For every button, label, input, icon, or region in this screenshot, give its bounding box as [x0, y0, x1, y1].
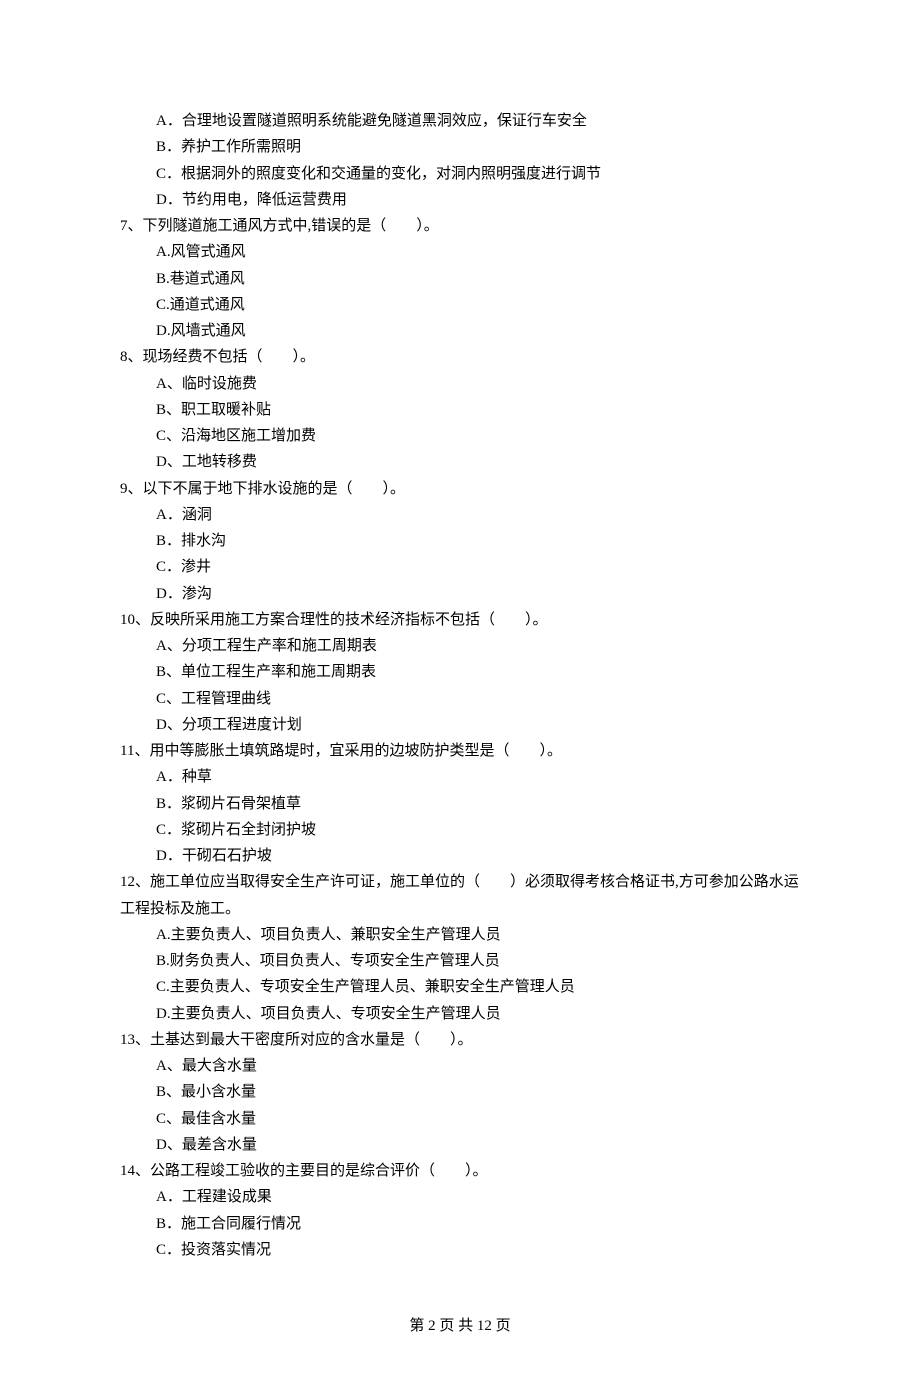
question-block: 10、反映所采用施工方案合理性的技术经济指标不包括（ ）。 A、分项工程生产率和… — [120, 607, 800, 738]
option-item: B、职工取暖补贴 — [156, 397, 800, 423]
option-item: D．节约用电，降低运营费用 — [156, 187, 800, 213]
option-item: D．渗沟 — [156, 581, 800, 607]
page-footer: 第 2 页 共 12 页 — [120, 1313, 800, 1339]
option-item: B、最小含水量 — [156, 1079, 800, 1105]
option-item: C.通道式通风 — [156, 292, 800, 318]
option-item: B．排水沟 — [156, 528, 800, 554]
question-stem: 10、反映所采用施工方案合理性的技术经济指标不包括（ ）。 — [120, 607, 800, 633]
document-page: A．合理地设置隧道照明系统能避免隧道黑洞效应，保证行车安全 B．养护工作所需照明… — [0, 0, 920, 1399]
question-options: A、临时设施费 B、职工取暖补贴 C、沿海地区施工增加费 D、工地转移费 — [120, 371, 800, 476]
option-item: D、工地转移费 — [156, 449, 800, 475]
question-block: 11、用中等膨胀土填筑路堤时，宜采用的边坡防护类型是（ ）。 A．种草 B．浆砌… — [120, 738, 800, 869]
option-item: A．涵洞 — [156, 502, 800, 528]
option-item: B．浆砌片石骨架植草 — [156, 791, 800, 817]
option-item: A.主要负责人、项目负责人、兼职安全生产管理人员 — [156, 922, 800, 948]
option-item: A、临时设施费 — [156, 371, 800, 397]
option-item: C.主要负责人、专项安全生产管理人员、兼职安全生产管理人员 — [156, 974, 800, 1000]
question-options: A．合理地设置隧道照明系统能避免隧道黑洞效应，保证行车安全 B．养护工作所需照明… — [120, 108, 800, 213]
option-item: B．养护工作所需照明 — [156, 134, 800, 160]
option-item: D．干砌石石护坡 — [156, 843, 800, 869]
option-item: C．根据洞外的照度变化和交通量的变化，对洞内照明强度进行调节 — [156, 161, 800, 187]
option-item: D.主要负责人、项目负责人、专项安全生产管理人员 — [156, 1001, 800, 1027]
question-options: A、最大含水量 B、最小含水量 C、最佳含水量 D、最差含水量 — [120, 1053, 800, 1158]
question-options: A．涵洞 B．排水沟 C．渗井 D．渗沟 — [120, 502, 800, 607]
question-stem: 7、下列隧道施工通风方式中,错误的是（ ）。 — [120, 213, 800, 239]
option-item: A.风管式通风 — [156, 239, 800, 265]
question-stem: 9、以下不属于地下排水设施的是（ ）。 — [120, 476, 800, 502]
question-block: 7、下列隧道施工通风方式中,错误的是（ ）。 A.风管式通风 B.巷道式通风 C… — [120, 213, 800, 344]
question-options: A．工程建设成果 B．施工合同履行情况 C．投资落实情况 — [120, 1184, 800, 1263]
option-item: A、分项工程生产率和施工周期表 — [156, 633, 800, 659]
option-item: B.巷道式通风 — [156, 266, 800, 292]
option-item: A．工程建设成果 — [156, 1184, 800, 1210]
question-block: 8、现场经费不包括（ ）。 A、临时设施费 B、职工取暖补贴 C、沿海地区施工增… — [120, 344, 800, 475]
question-options: A.主要负责人、项目负责人、兼职安全生产管理人员 B.财务负责人、项目负责人、专… — [120, 922, 800, 1027]
option-item: D、分项工程进度计划 — [156, 712, 800, 738]
option-item: D、最差含水量 — [156, 1132, 800, 1158]
question-stem: 12、施工单位应当取得安全生产许可证，施工单位的（ ）必须取得考核合格证书,方可… — [120, 869, 800, 922]
option-item: A．种草 — [156, 764, 800, 790]
question-options: A．种草 B．浆砌片石骨架植草 C．浆砌片石全封闭护坡 D．干砌石石护坡 — [120, 764, 800, 869]
option-item: B．施工合同履行情况 — [156, 1211, 800, 1237]
question-options: A.风管式通风 B.巷道式通风 C.通道式通风 D.风墙式通风 — [120, 239, 800, 344]
question-block: 9、以下不属于地下排水设施的是（ ）。 A．涵洞 B．排水沟 C．渗井 D．渗沟 — [120, 476, 800, 607]
option-item: A．合理地设置隧道照明系统能避免隧道黑洞效应，保证行车安全 — [156, 108, 800, 134]
question-stem: 8、现场经费不包括（ ）。 — [120, 344, 800, 370]
option-item: B、单位工程生产率和施工周期表 — [156, 659, 800, 685]
question-stem: 14、公路工程竣工验收的主要目的是综合评价（ ）。 — [120, 1158, 800, 1184]
option-item: C、最佳含水量 — [156, 1106, 800, 1132]
option-item: C．渗井 — [156, 554, 800, 580]
question-options: A、分项工程生产率和施工周期表 B、单位工程生产率和施工周期表 C、工程管理曲线… — [120, 633, 800, 738]
option-item: C．浆砌片石全封闭护坡 — [156, 817, 800, 843]
option-item: B.财务负责人、项目负责人、专项安全生产管理人员 — [156, 948, 800, 974]
question-stem: 11、用中等膨胀土填筑路堤时，宜采用的边坡防护类型是（ ）。 — [120, 738, 800, 764]
question-block: 12、施工单位应当取得安全生产许可证，施工单位的（ ）必须取得考核合格证书,方可… — [120, 869, 800, 1027]
question-block: A．合理地设置隧道照明系统能避免隧道黑洞效应，保证行车安全 B．养护工作所需照明… — [120, 108, 800, 213]
question-stem: 13、土基达到最大干密度所对应的含水量是（ ）。 — [120, 1027, 800, 1053]
option-item: C、工程管理曲线 — [156, 686, 800, 712]
question-block: 14、公路工程竣工验收的主要目的是综合评价（ ）。 A．工程建设成果 B．施工合… — [120, 1158, 800, 1263]
question-block: 13、土基达到最大干密度所对应的含水量是（ ）。 A、最大含水量 B、最小含水量… — [120, 1027, 800, 1158]
option-item: C．投资落实情况 — [156, 1237, 800, 1263]
option-item: A、最大含水量 — [156, 1053, 800, 1079]
option-item: C、沿海地区施工增加费 — [156, 423, 800, 449]
option-item: D.风墙式通风 — [156, 318, 800, 344]
